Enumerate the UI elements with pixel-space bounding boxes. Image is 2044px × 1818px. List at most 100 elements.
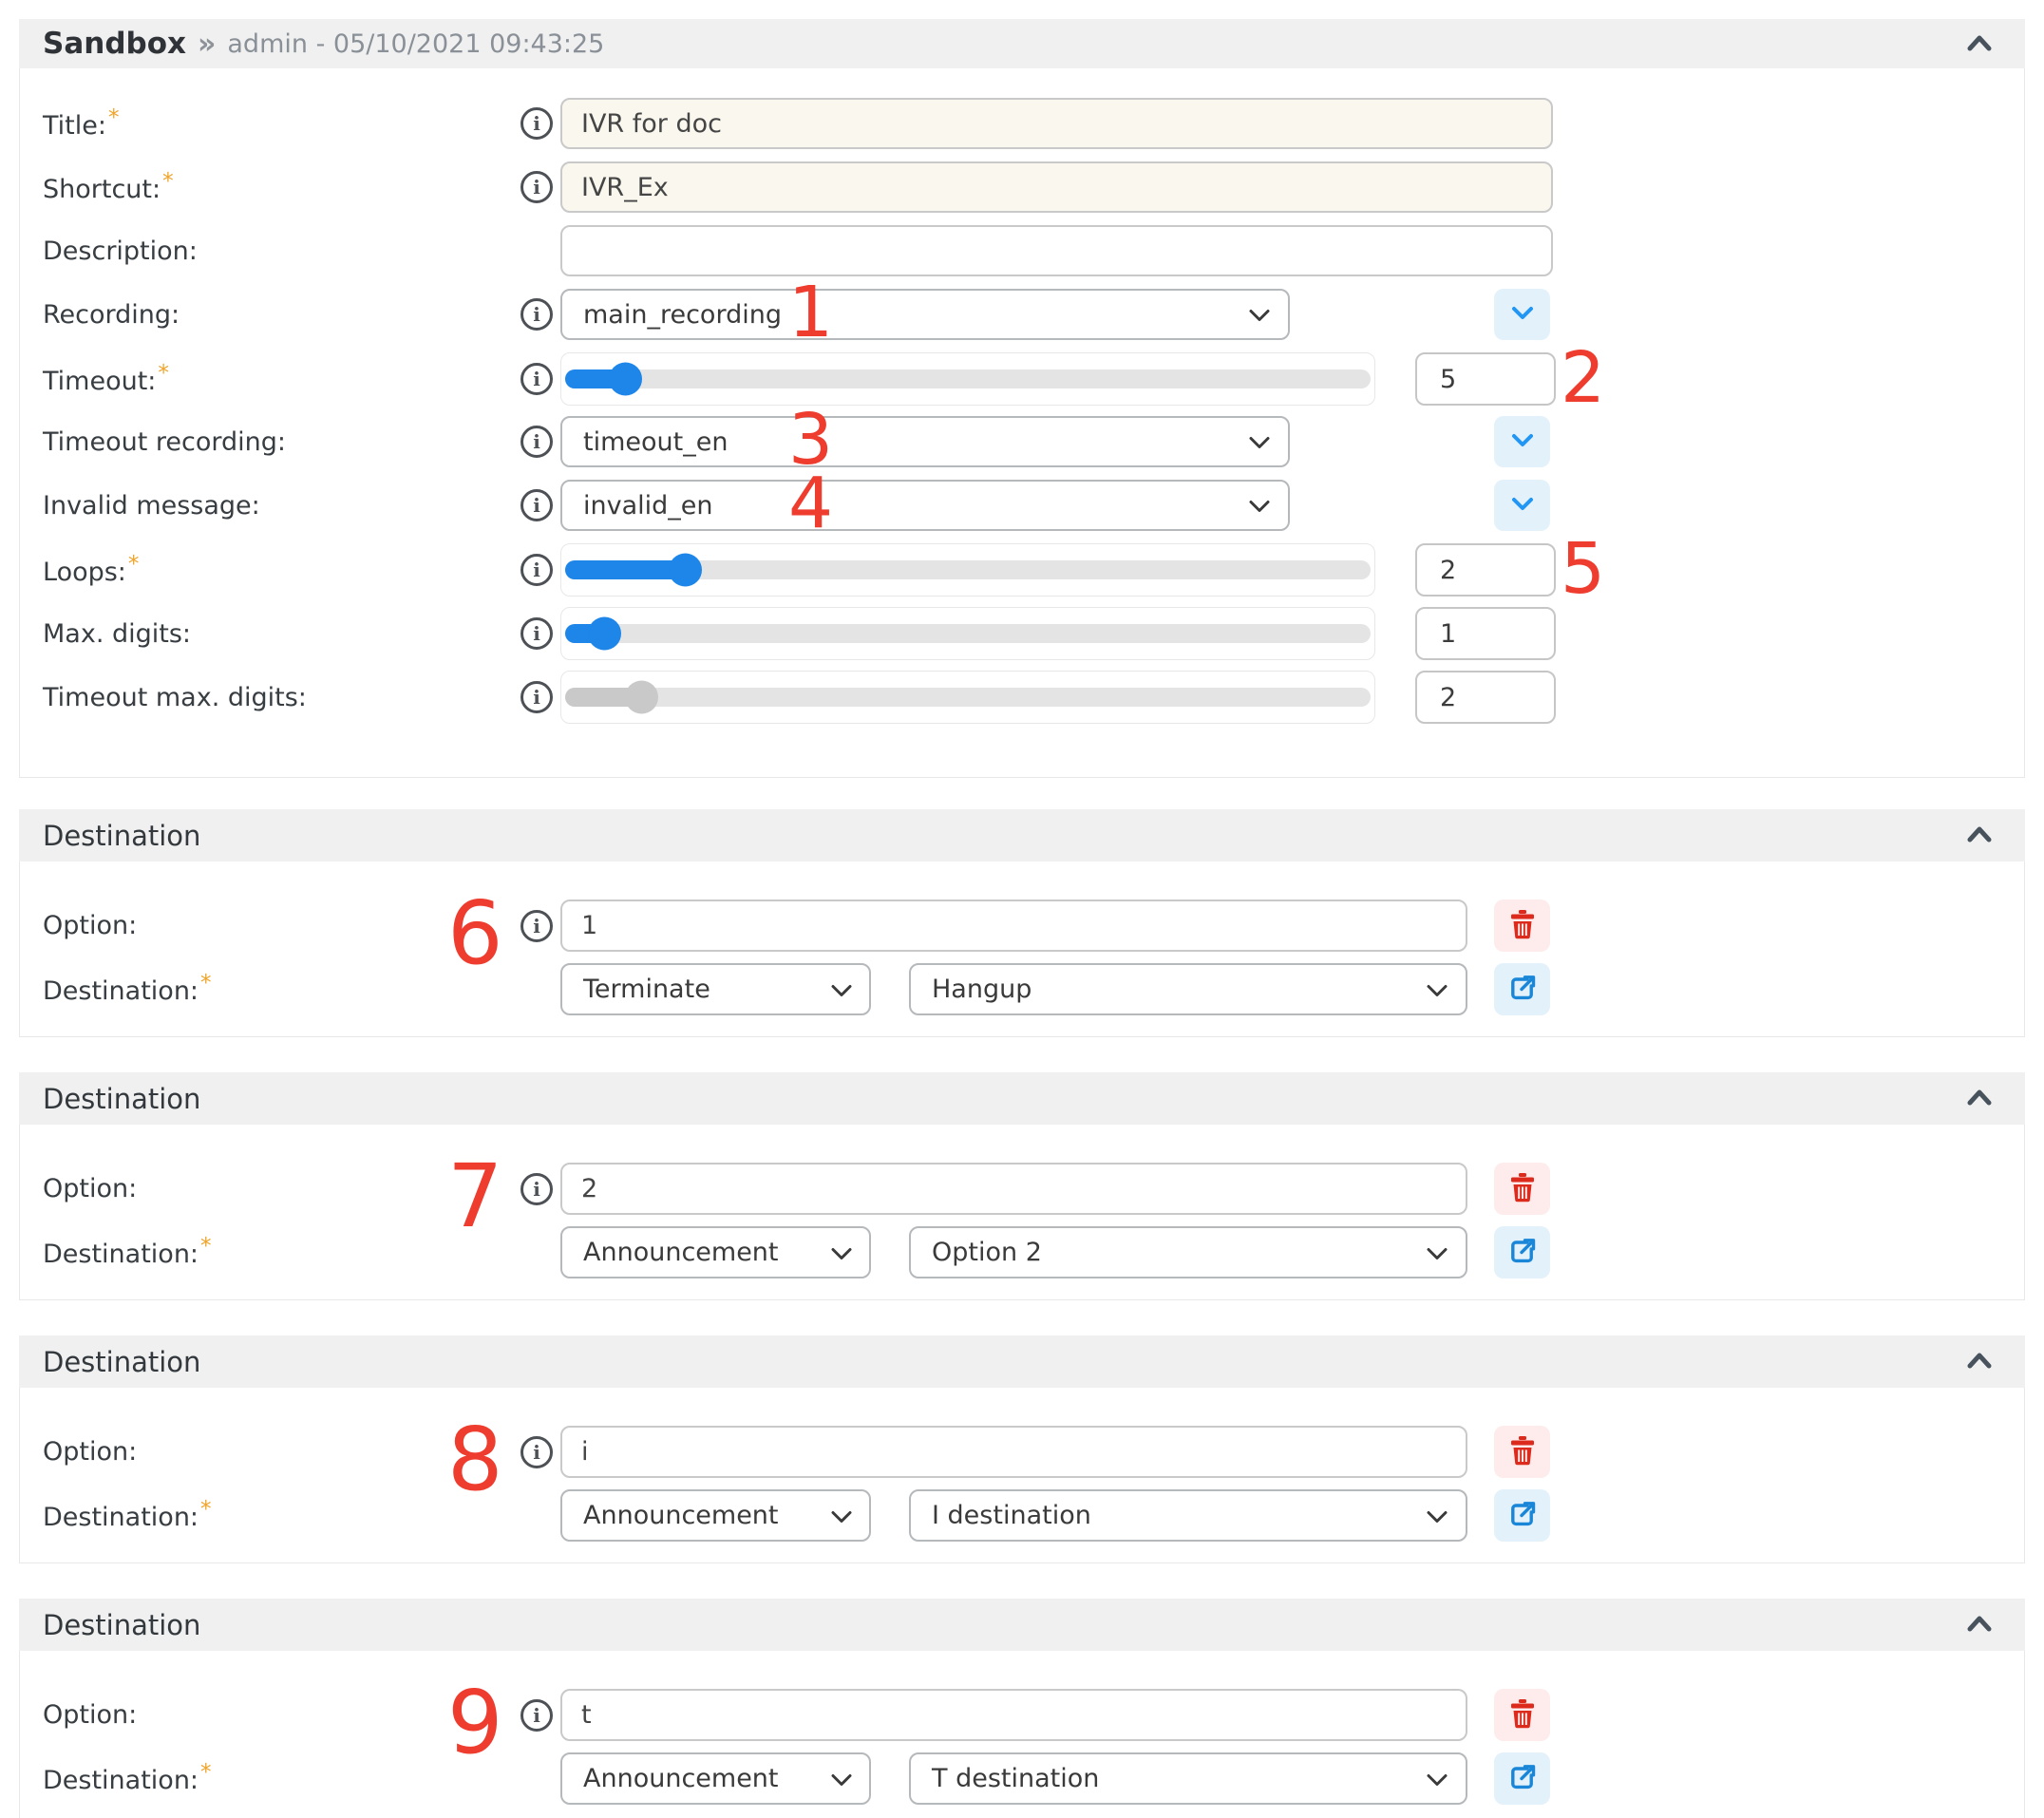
destination-target-select[interactable]: T destination	[909, 1752, 1467, 1805]
destination-type-value: Announcement	[583, 1238, 779, 1267]
recording-select-value: main_recording	[583, 300, 782, 330]
timeout-recording-expand-button[interactable]	[1494, 416, 1550, 467]
info-icon[interactable]: i	[520, 617, 553, 650]
info-icon[interactable]: i	[520, 298, 553, 331]
trash-icon	[1509, 1699, 1536, 1732]
info-icon[interactable]: i	[520, 1436, 553, 1468]
slider-thumb[interactable]	[588, 617, 621, 651]
recording-label-text: Recording:	[43, 300, 180, 330]
option-input[interactable]	[560, 1426, 1467, 1478]
open-destination-button[interactable]	[1494, 1226, 1550, 1278]
delete-destination-button[interactable]	[1494, 1163, 1550, 1215]
slider-track[interactable]	[565, 624, 1371, 643]
chevron-up-icon	[1966, 1615, 1993, 1635]
info-icon[interactable]: i	[520, 363, 553, 395]
option-label: Option:	[43, 1174, 513, 1203]
destination-type-select[interactable]: Announcement	[560, 1489, 871, 1542]
invalid-message-select-value: invalid_en	[583, 491, 713, 521]
destination-panel-collapse-button[interactable]	[1962, 1611, 1997, 1638]
field-row-timeout-recording: Timeout recording: i timeout_en 3	[43, 416, 2024, 467]
invalid-message-expand-button[interactable]	[1494, 480, 1550, 531]
open-destination-button[interactable]	[1494, 1752, 1550, 1805]
recording-select[interactable]: main_recording	[560, 289, 1290, 340]
destination-label: Destination:*	[43, 1762, 513, 1795]
description-input[interactable]	[560, 225, 1553, 276]
info-icon[interactable]: i	[520, 1699, 553, 1732]
required-marker: *	[200, 971, 212, 995]
title-input[interactable]	[560, 98, 1553, 149]
info-icon[interactable]: i	[520, 171, 553, 203]
info-icon[interactable]: i	[520, 426, 553, 458]
page-title: Sandbox	[43, 27, 186, 61]
chevron-down-icon	[1248, 300, 1271, 330]
shortcut-input[interactable]	[560, 161, 1553, 213]
description-label: Description:	[43, 237, 513, 266]
timeout-slider[interactable]	[560, 352, 1375, 406]
info-icon[interactable]: i	[520, 1173, 553, 1205]
destination-panel-collapse-button[interactable]	[1962, 1348, 1997, 1375]
destination-type-select[interactable]: Announcement	[560, 1226, 871, 1278]
destination-label: Destination:*	[43, 1236, 513, 1269]
loops-label: Loops:*	[43, 554, 513, 587]
option-input[interactable]	[560, 1689, 1467, 1741]
chevron-down-icon	[831, 1764, 852, 1793]
timeout-label: Timeout:*	[43, 363, 513, 396]
option-input[interactable]	[560, 1163, 1467, 1215]
delete-destination-button[interactable]	[1494, 1689, 1550, 1741]
option-label-text: Option:	[43, 1700, 137, 1730]
destination-panel-1: Destination 6 Option: i	[19, 809, 2025, 1037]
chevron-down-icon	[1426, 1764, 1448, 1793]
required-marker: *	[200, 1234, 212, 1259]
destination-panel-collapse-button[interactable]	[1962, 822, 1997, 849]
chevron-down-icon	[1248, 427, 1271, 457]
destination-panel-3: Destination 8 Option: i	[19, 1335, 2025, 1563]
info-icon[interactable]: i	[520, 489, 553, 521]
field-row-shortcut: Shortcut:* i	[43, 161, 2024, 213]
invalid-message-label-text: Invalid message:	[43, 491, 260, 521]
loops-slider[interactable]	[560, 543, 1375, 597]
destination-target-select[interactable]: I destination	[909, 1489, 1467, 1542]
timeout-value-input[interactable]	[1415, 352, 1556, 406]
slider-track[interactable]	[565, 369, 1371, 388]
delete-destination-button[interactable]	[1494, 900, 1550, 952]
recording-expand-button[interactable]	[1494, 289, 1550, 340]
destination-type-select[interactable]: Announcement	[560, 1752, 871, 1805]
timeout-max-digits-value-input[interactable]	[1415, 671, 1556, 724]
destination-type-select[interactable]: Terminate	[560, 963, 871, 1015]
loops-value-input[interactable]	[1415, 543, 1556, 597]
destination-panel-body: 6 Option: i	[19, 862, 2025, 1037]
slider-fill	[565, 688, 642, 707]
option-label-text: Option:	[43, 911, 137, 940]
delete-destination-button[interactable]	[1494, 1426, 1550, 1478]
max-digits-label-text: Max. digits:	[43, 619, 191, 649]
destination-panel-header: Destination	[19, 809, 2025, 862]
destination-label-text: Destination:	[43, 1240, 199, 1269]
destination-panel-title: Destination	[43, 1346, 200, 1378]
open-destination-button[interactable]	[1494, 963, 1550, 1015]
option-row: Option: i	[43, 900, 2024, 952]
info-icon[interactable]: i	[520, 554, 553, 586]
trash-icon	[1509, 1173, 1536, 1205]
option-input[interactable]	[560, 900, 1467, 952]
destination-target-select[interactable]: Hangup	[909, 963, 1467, 1015]
max-digits-value-input[interactable]	[1415, 607, 1556, 660]
max-digits-slider[interactable]	[560, 607, 1375, 660]
max-digits-label: Max. digits:	[43, 619, 513, 649]
open-destination-button[interactable]	[1494, 1489, 1550, 1542]
info-icon[interactable]: i	[520, 107, 553, 140]
destination-label-text: Destination:	[43, 1766, 199, 1795]
destination-label-text: Destination:	[43, 1503, 199, 1532]
invalid-message-select[interactable]: invalid_en	[560, 480, 1290, 531]
option-label: Option:	[43, 911, 513, 940]
field-row-timeout-max-digits: Timeout max. digits: i	[43, 671, 2024, 724]
slider-thumb[interactable]	[609, 363, 642, 396]
chevron-down-icon	[831, 975, 852, 1004]
destination-target-select[interactable]: Option 2	[909, 1226, 1467, 1278]
timeout-recording-select[interactable]: timeout_en	[560, 416, 1290, 467]
destination-panel-collapse-button[interactable]	[1962, 1085, 1997, 1112]
main-panel-collapse-button[interactable]	[1962, 30, 1997, 58]
info-icon[interactable]: i	[520, 681, 553, 713]
slider-track[interactable]	[565, 560, 1371, 579]
slider-thumb[interactable]	[669, 554, 702, 587]
info-icon[interactable]: i	[520, 910, 553, 942]
